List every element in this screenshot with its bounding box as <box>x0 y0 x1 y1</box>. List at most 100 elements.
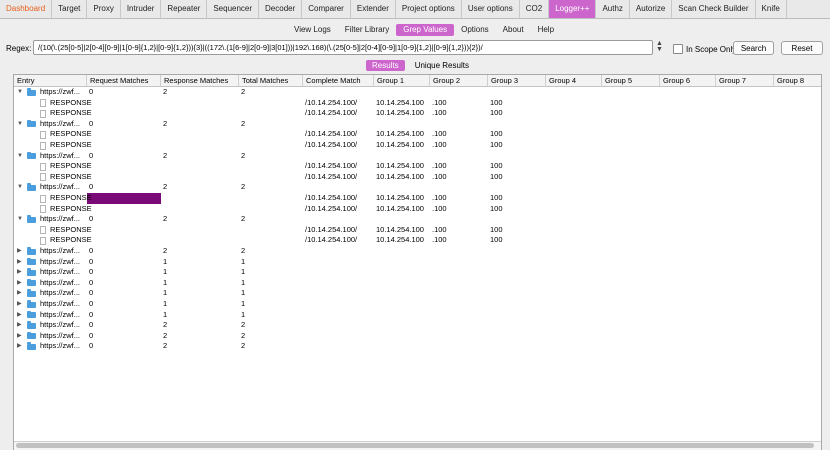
file-icon <box>40 99 46 108</box>
column-header-group-8[interactable]: Group 8 <box>774 75 821 86</box>
table-row[interactable]: RESPONSE/10.14.254.100/10.14.254.100 .100… <box>14 172 821 183</box>
column-header-response-matches[interactable]: Response Matches <box>161 75 239 86</box>
expanded-triangle-icon[interactable]: ▼ <box>17 151 23 162</box>
table-row[interactable]: RESPONSE/10.14.254.100/10.14.254.100 .100… <box>14 193 821 204</box>
cell-complete: /10.14.254.100/ <box>305 171 358 181</box>
reset-button[interactable]: Reset <box>781 41 823 55</box>
table-row[interactable]: ▶ https://zwf... 0 2 2 <box>14 341 821 352</box>
collapsed-triangle-icon[interactable]: ▶ <box>17 320 22 331</box>
horizontal-scrollbar[interactable] <box>14 441 821 450</box>
collapsed-triangle-icon[interactable]: ▶ <box>17 341 22 352</box>
subtab-about[interactable]: About <box>496 24 531 36</box>
column-header-group-2[interactable]: Group 2 <box>430 75 488 86</box>
column-header-group-1[interactable]: Group 1 <box>374 75 430 86</box>
cell-g3: 100 <box>490 224 503 234</box>
tab-scan-check-builder[interactable]: Scan Check Builder <box>672 0 756 18</box>
tab-target[interactable]: Target <box>52 0 88 18</box>
collapsed-triangle-icon[interactable]: ▶ <box>17 257 22 268</box>
cell-entry: RESPONSE <box>50 129 92 139</box>
expanded-triangle-icon[interactable]: ▼ <box>17 87 23 98</box>
table-row[interactable]: ▼ https://zwf... 0 2 2 <box>14 87 821 98</box>
expanded-triangle-icon[interactable]: ▼ <box>17 119 23 130</box>
column-header-request-matches[interactable]: Request Matches <box>87 75 161 86</box>
tab-comparer[interactable]: Comparer <box>302 0 351 18</box>
column-header-complete-match[interactable]: Complete Match <box>303 75 374 86</box>
result-tab-results[interactable]: Results <box>366 60 405 71</box>
regex-input[interactable]: /(10(\.(25[0-5]|2[0-4][0-9]|1[0-9]{1,2}|… <box>33 40 653 55</box>
cell-resp: 1 <box>163 309 168 319</box>
tab-sequencer[interactable]: Sequencer <box>207 0 260 18</box>
column-header-group-3[interactable]: Group 3 <box>488 75 546 86</box>
chevron-down-icon[interactable]: ▼ <box>656 46 663 53</box>
table-row[interactable]: RESPONSE/10.14.254.100/10.14.254.100 .100… <box>14 204 821 215</box>
subtab-grep-values[interactable]: Grep Values <box>396 24 455 36</box>
table-row[interactable]: RESPONSE/10.14.254.100/10.14.254.100 .100… <box>14 98 821 109</box>
cell-g3: 100 <box>490 235 503 245</box>
result-tab-unique-results[interactable]: Unique Results <box>409 60 475 71</box>
subtab-help[interactable]: Help <box>531 24 561 36</box>
tab-repeater[interactable]: Repeater <box>161 0 208 18</box>
expanded-triangle-icon[interactable]: ▼ <box>17 214 23 225</box>
in-scope-only-checkbox[interactable] <box>673 44 683 54</box>
table-row[interactable]: RESPONSE/10.14.254.100/10.14.254.100 .100… <box>14 129 821 140</box>
tab-proxy[interactable]: Proxy <box>87 0 121 18</box>
search-button[interactable]: Search <box>733 41 774 55</box>
table-row[interactable]: ▶ https://zwf... 0 1 1 <box>14 299 821 310</box>
tab-user-options[interactable]: User options <box>462 0 520 18</box>
table-row[interactable]: ▼ https://zwf... 0 2 2 <box>14 151 821 162</box>
table-row[interactable]: ▶ https://zwf... 0 2 2 <box>14 246 821 257</box>
collapsed-triangle-icon[interactable]: ▶ <box>17 288 22 299</box>
column-header-group-6[interactable]: Group 6 <box>660 75 716 86</box>
column-header-group-5[interactable]: Group 5 <box>602 75 660 86</box>
table-row[interactable]: ▶ https://zwf... 0 2 2 <box>14 331 821 342</box>
cell-entry: RESPONSE <box>50 235 92 245</box>
table-row[interactable]: RESPONSE/10.14.254.100/10.14.254.100 .100… <box>14 140 821 151</box>
regex-history-spinner[interactable]: ▲ ▼ <box>655 40 664 54</box>
tab-co2[interactable]: CO2 <box>520 0 550 18</box>
table-row[interactable]: ▶ https://zwf... 0 1 1 <box>14 257 821 268</box>
subtab-view-logs[interactable]: View Logs <box>287 24 338 36</box>
table-row[interactable]: RESPONSE/10.14.254.100/10.14.254.100 .100… <box>14 235 821 246</box>
collapsed-triangle-icon[interactable]: ▶ <box>17 246 22 257</box>
cell-entry: https://zwf... <box>40 118 81 128</box>
expanded-triangle-icon[interactable]: ▼ <box>17 182 23 193</box>
table-row[interactable]: RESPONSE/10.14.254.100/10.14.254.100 .100… <box>14 108 821 119</box>
subtab-filter-library[interactable]: Filter Library <box>338 24 396 36</box>
column-header-total-matches[interactable]: Total Matches <box>239 75 303 86</box>
table-row[interactable]: ▼ https://zwf... 0 2 2 <box>14 119 821 130</box>
table-row[interactable]: ▶ https://zwf... 0 1 1 <box>14 310 821 321</box>
table-row[interactable]: RESPONSE/10.14.254.100/10.14.254.100 .100… <box>14 161 821 172</box>
tab-intruder[interactable]: Intruder <box>121 0 162 18</box>
selected-cell[interactable] <box>87 193 161 204</box>
tab-dashboard[interactable]: Dashboard <box>0 0 53 18</box>
collapsed-triangle-icon[interactable]: ▶ <box>17 299 22 310</box>
file-icon <box>40 141 46 150</box>
tab-decoder[interactable]: Decoder <box>259 0 303 18</box>
tab-autorize[interactable]: Autorize <box>630 0 673 18</box>
tab-authz[interactable]: Authz <box>596 0 630 18</box>
collapsed-triangle-icon[interactable]: ▶ <box>17 331 22 342</box>
cell-entry: RESPONSE <box>50 161 92 171</box>
tab-logger[interactable]: Logger++ <box>549 0 597 18</box>
column-header-group-4[interactable]: Group 4 <box>546 75 602 86</box>
collapsed-triangle-icon[interactable]: ▶ <box>17 278 22 289</box>
table-row[interactable]: ▼ https://zwf... 0 2 2 <box>14 182 821 193</box>
tab-extender[interactable]: Extender <box>351 0 396 18</box>
cell-complete: /10.14.254.100/ <box>305 108 358 118</box>
table-row[interactable]: ▼ https://zwf... 0 2 2 <box>14 214 821 225</box>
table-row[interactable]: ▶ https://zwf... 0 1 1 <box>14 288 821 299</box>
in-scope-only-toggle[interactable]: In Scope Only <box>673 44 736 54</box>
table-row[interactable]: ▶ https://zwf... 0 2 2 <box>14 320 821 331</box>
tab-knife[interactable]: Knife <box>756 0 787 18</box>
table-row[interactable]: ▶ https://zwf... 0 1 1 <box>14 267 821 278</box>
column-header-group-7[interactable]: Group 7 <box>716 75 774 86</box>
main-tab-bar: Dashboard Target Proxy Intruder Repeater Sequ… <box>0 0 830 19</box>
column-header-entry[interactable]: Entry <box>14 75 87 86</box>
collapsed-triangle-icon[interactable]: ▶ <box>17 267 22 278</box>
subtab-options[interactable]: Options <box>454 24 496 36</box>
tab-project-options[interactable]: Project options <box>396 0 462 18</box>
table-row[interactable]: RESPONSE/10.14.254.100/10.14.254.100 .100… <box>14 225 821 236</box>
table-row[interactable]: ▶ https://zwf... 0 1 1 <box>14 278 821 289</box>
scrollbar-thumb[interactable] <box>16 443 814 448</box>
collapsed-triangle-icon[interactable]: ▶ <box>17 310 22 321</box>
